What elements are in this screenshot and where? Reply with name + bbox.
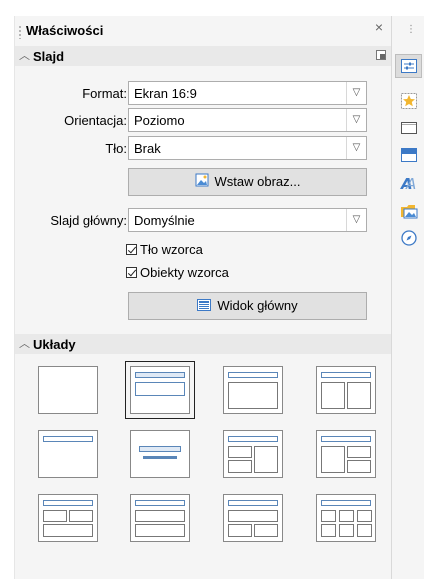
layout-content-placeholder bbox=[228, 524, 252, 537]
chevron-up-icon: ︿ bbox=[19, 50, 30, 62]
master-view-icon bbox=[197, 294, 212, 320]
layout-content-placeholder bbox=[69, 510, 93, 522]
layout-text-line bbox=[143, 456, 177, 459]
panel-titlebar: Właściwości × bbox=[15, 16, 392, 46]
layout-title-two-top-one-bottom[interactable] bbox=[38, 494, 98, 542]
layout-title-placeholder bbox=[135, 372, 185, 378]
layout-subtitle-placeholder bbox=[135, 382, 185, 396]
layout-content-placeholder bbox=[135, 510, 185, 522]
layouts-section-header[interactable]: ︿ Układy bbox=[15, 334, 392, 354]
background-label: Tło: bbox=[105, 141, 127, 156]
gallery-icon[interactable] bbox=[400, 119, 418, 137]
layout-content-placeholder bbox=[339, 510, 354, 522]
layout-title-placeholder bbox=[228, 436, 278, 442]
layout-title-content-box[interactable] bbox=[223, 366, 283, 414]
layout-title-two-left-one-right[interactable] bbox=[223, 430, 283, 478]
layout-title-placeholder bbox=[321, 372, 371, 378]
layout-title-content-over-content[interactable] bbox=[130, 494, 190, 542]
sidebar-tabbar: ⋮ AA bbox=[391, 16, 424, 579]
master-view-button[interactable]: Widok główny bbox=[128, 292, 367, 320]
chevron-down-icon: ▽ bbox=[346, 209, 366, 231]
layout-content-placeholder bbox=[228, 446, 252, 458]
layout-content-placeholder bbox=[357, 510, 372, 522]
properties-icon[interactable] bbox=[400, 57, 418, 75]
chevron-up-icon: ︿ bbox=[19, 338, 30, 350]
drag-grip-icon[interactable] bbox=[19, 25, 21, 39]
layout-content-placeholder bbox=[321, 446, 345, 473]
master-objects-checkbox[interactable]: Obiekty wzorca bbox=[126, 265, 229, 280]
layout-title-placeholder bbox=[228, 372, 278, 378]
background-value: Brak bbox=[134, 141, 161, 156]
layout-content-placeholder bbox=[135, 524, 185, 537]
insert-image-button[interactable]: Wstaw obraz... bbox=[128, 168, 367, 196]
layout-title-only[interactable] bbox=[38, 430, 98, 478]
image-icon bbox=[195, 170, 209, 196]
layout-title-placeholder bbox=[139, 446, 181, 452]
slide-section-title: Slajd bbox=[33, 49, 65, 64]
more-options-icon[interactable] bbox=[376, 50, 386, 60]
layout-title-placeholder bbox=[135, 500, 185, 506]
layout-content-placeholder bbox=[321, 382, 345, 409]
navigator-icon[interactable] bbox=[400, 229, 418, 247]
layout-title-placeholder bbox=[321, 436, 371, 442]
layout-content-placeholder bbox=[254, 446, 278, 473]
styles-icon[interactable] bbox=[400, 92, 418, 110]
slide-transition-icon[interactable] bbox=[400, 146, 418, 164]
close-icon[interactable]: × bbox=[372, 19, 386, 37]
layout-title-one-left-two-right[interactable] bbox=[316, 430, 376, 478]
layout-content-placeholder bbox=[339, 524, 354, 537]
chevron-down-icon: ▽ bbox=[346, 137, 366, 159]
format-value: Ekran 16:9 bbox=[134, 86, 197, 101]
orientation-value: Poziomo bbox=[134, 113, 185, 128]
layout-content-placeholder bbox=[228, 382, 278, 409]
background-select[interactable]: Brak ▽ bbox=[128, 136, 367, 160]
master-view-label: Widok główny bbox=[217, 298, 298, 313]
layout-content-placeholder bbox=[347, 446, 371, 458]
layout-content-placeholder bbox=[357, 524, 372, 537]
chevron-down-icon: ▽ bbox=[346, 82, 366, 104]
properties-panel: Właściwości × ︿ Slajd Format: Ekran 16:9… bbox=[14, 16, 392, 579]
chevron-down-icon: ▽ bbox=[346, 109, 366, 131]
checkbox-checked-icon bbox=[126, 244, 137, 255]
layout-blank[interactable] bbox=[38, 366, 98, 414]
slide-section-header[interactable]: ︿ Slajd bbox=[15, 46, 392, 66]
layout-content-placeholder bbox=[228, 460, 252, 473]
layout-title-placeholder bbox=[321, 500, 371, 506]
master-slide-value: Domyślnie bbox=[134, 213, 195, 228]
layout-title-placeholder bbox=[228, 500, 278, 506]
layout-title-two-content[interactable] bbox=[316, 366, 376, 414]
checkbox-checked-icon bbox=[126, 267, 137, 278]
sidebar-menu-icon[interactable]: ⋮ bbox=[406, 24, 416, 35]
image-icon[interactable] bbox=[400, 202, 418, 220]
master-background-checkbox[interactable]: Tło wzorca bbox=[126, 242, 203, 257]
layout-title-six-content[interactable] bbox=[316, 494, 376, 542]
master-slide-label: Slajd główny: bbox=[50, 213, 127, 228]
layout-title-placeholder bbox=[43, 500, 93, 506]
layout-content-placeholder bbox=[43, 524, 93, 537]
layout-content-placeholder bbox=[347, 460, 371, 473]
layout-centered-text[interactable] bbox=[130, 430, 190, 478]
layout-content-placeholder bbox=[254, 524, 278, 537]
insert-image-label: Wstaw obraz... bbox=[214, 174, 301, 189]
layout-content-placeholder bbox=[228, 510, 278, 522]
layouts-section-title: Układy bbox=[33, 337, 76, 352]
layout-title-placeholder bbox=[43, 436, 93, 442]
format-select[interactable]: Ekran 16:9 ▽ bbox=[128, 81, 367, 105]
master-background-label: Tło wzorca bbox=[140, 242, 203, 257]
master-slide-select[interactable]: Domyślnie ▽ bbox=[128, 208, 367, 232]
master-objects-label: Obiekty wzorca bbox=[140, 265, 229, 280]
layout-content-placeholder bbox=[321, 510, 336, 522]
panel-title: Właściwości bbox=[26, 23, 104, 38]
orientation-select[interactable]: Poziomo ▽ bbox=[128, 108, 367, 132]
layout-content-placeholder bbox=[347, 382, 371, 409]
format-label: Format: bbox=[82, 86, 127, 101]
layout-content-placeholder bbox=[321, 524, 336, 537]
orientation-label: Orientacja: bbox=[64, 113, 127, 128]
layout-title-content[interactable] bbox=[125, 361, 195, 419]
layout-title-one-top-two-bottom[interactable] bbox=[223, 494, 283, 542]
fontwork-icon[interactable]: AA bbox=[400, 174, 418, 193]
svg-text:A: A bbox=[405, 175, 416, 192]
layout-content-placeholder bbox=[43, 510, 67, 522]
